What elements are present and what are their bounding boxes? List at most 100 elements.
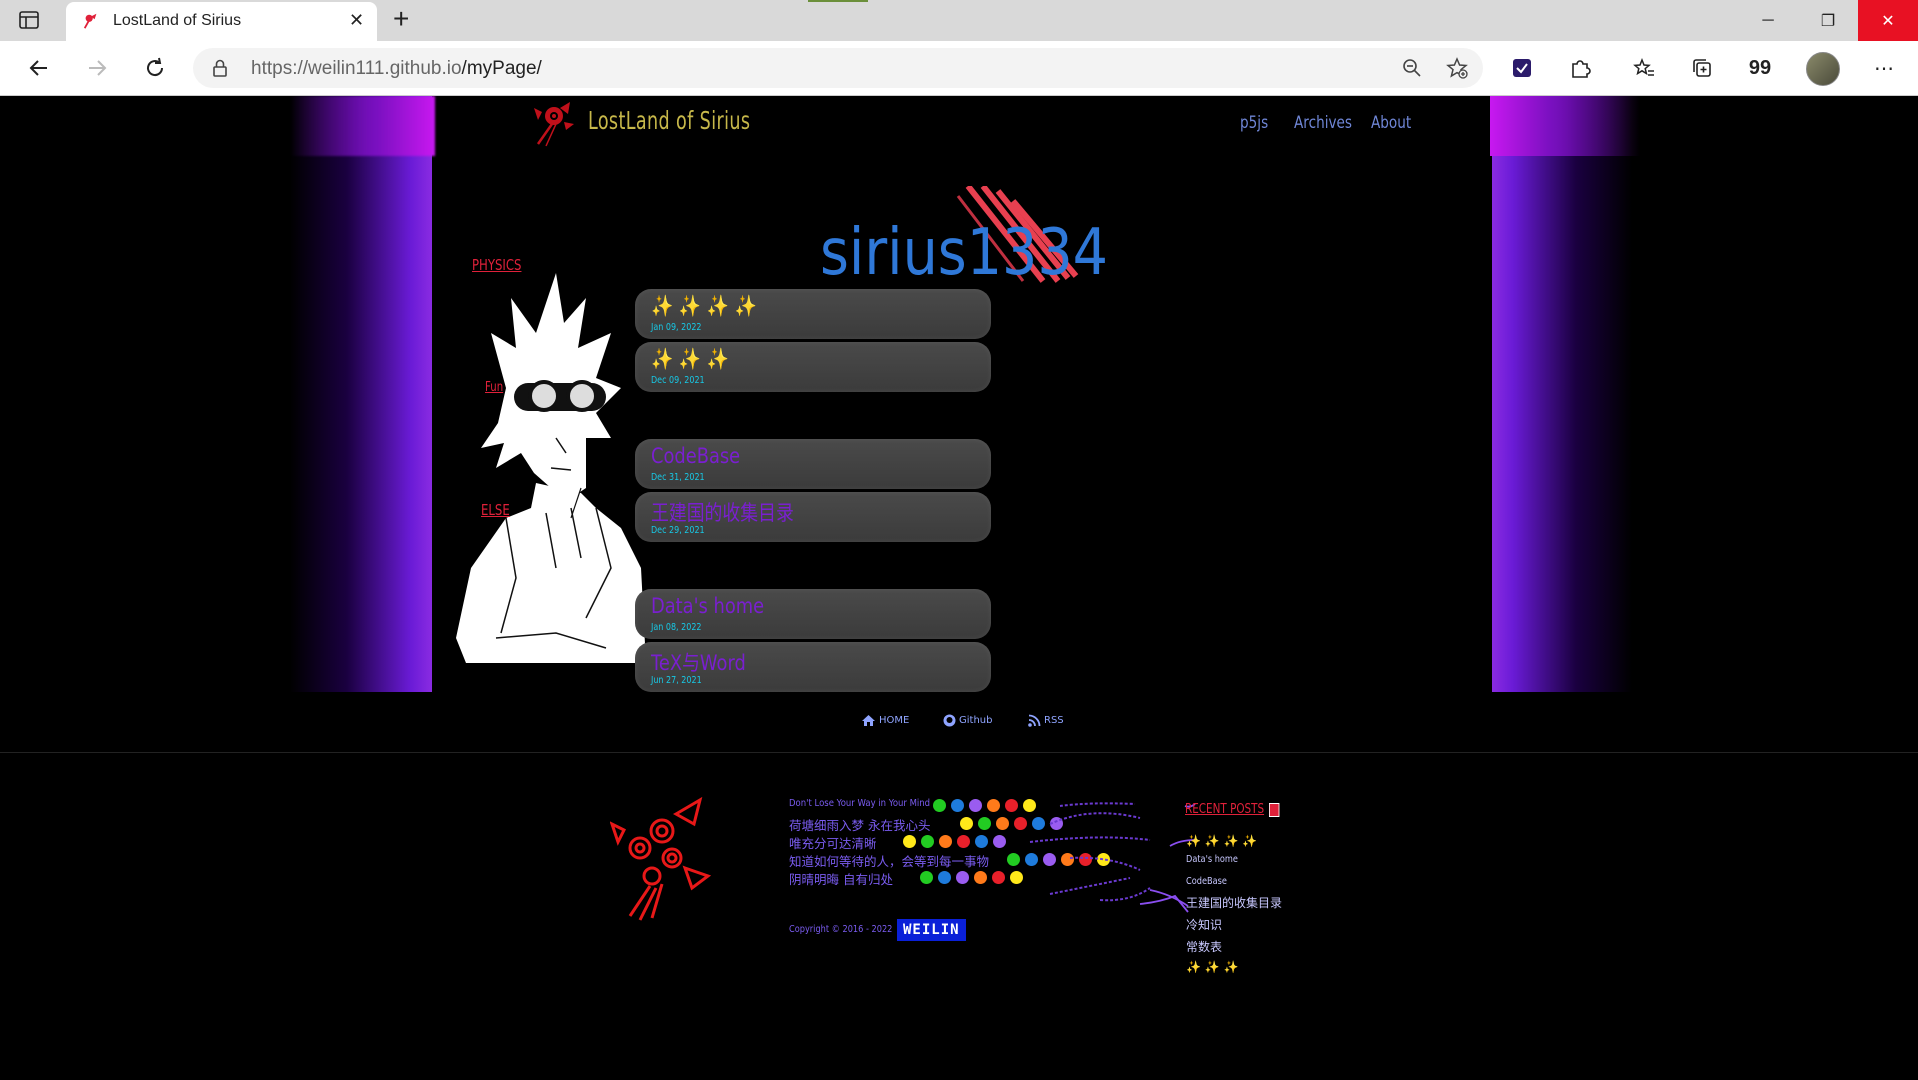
post-card[interactable]: 王建国的收集目录 Dec 29, 2021 [635,492,991,542]
recent-posts-flag-icon [1268,802,1280,817]
refresh-icon[interactable] [140,53,170,83]
copyright-text: Copyright © 2016 - 2022 [789,924,893,935]
color-dot [993,835,1006,848]
color-dot [956,871,969,884]
post-date: Jan 08, 2022 [651,622,702,633]
color-dot-row [920,871,1023,884]
author-badge[interactable]: WEILIN [897,919,966,941]
poem-line: 荷塘细雨入梦 永在我心头 [789,818,931,833]
site-logo-icon[interactable] [530,100,582,148]
footer-rss-link[interactable]: RSS [1028,714,1064,727]
web-page: LostLand of Sirius p5js Archives About s… [0,96,1918,1080]
category-fun[interactable]: Fun [485,380,503,395]
recent-post-link[interactable]: ✨ ✨ ✨ ✨ [1186,834,1257,848]
left-glow-panel [290,96,432,692]
recent-post-link[interactable]: Data's home [1186,854,1238,865]
recent-post-link[interactable]: CodeBase [1186,876,1227,887]
poem-line-english: Don't Lose Your Way in Your Mind [789,798,931,809]
address-bar[interactable]: https://weilin111.github.io/myPage/ [193,48,1483,88]
recent-post-link[interactable]: 王建国的收集目录 [1186,894,1282,911]
nav-about[interactable]: About [1371,113,1411,133]
tab-title: LostLand of Sirius [113,12,242,29]
site-title[interactable]: LostLand of Sirius [588,106,750,135]
footer-github-link[interactable]: Github [943,714,992,727]
footer-rss-label: RSS [1044,715,1064,726]
right-glow-highlight [1490,96,1640,156]
poem-line: 知道如何等待的人，会等到每一事物 [789,854,990,869]
category-else[interactable]: ELSE [481,501,510,519]
color-dot [992,871,1005,884]
color-dot [974,871,987,884]
zoom-out-icon[interactable] [1401,57,1423,79]
new-tab-icon[interactable]: + [393,5,409,33]
profile-avatar[interactable] [1806,52,1840,86]
home-icon [862,715,875,726]
poem-line: 阴晴明晦 自有归处 [789,872,893,887]
favorites-icon[interactable] [1630,54,1658,82]
post-card[interactable]: ✨ ✨ ✨ Dec 09, 2021 [635,342,991,392]
extensions-icon[interactable] [1566,54,1594,82]
lock-icon[interactable] [211,58,229,78]
collections-icon[interactable] [1688,54,1716,82]
quote-extension-icon[interactable]: 99 [1746,54,1774,82]
color-dot [921,835,934,848]
color-dot [903,835,916,848]
rose-bouquet-icon [610,796,712,921]
post-date: Dec 09, 2021 [651,375,705,386]
post-date: Dec 31, 2021 [651,472,705,483]
post-card[interactable]: CodeBase Dec 31, 2021 [635,439,991,489]
github-icon [943,714,956,727]
post-title[interactable]: ✨ ✨ ✨ [651,347,729,372]
color-dot [969,799,982,812]
restore-icon[interactable]: ❐ [1798,0,1858,41]
minimize-icon[interactable]: ─ [1738,0,1798,41]
character-illustration [456,273,646,663]
post-title[interactable]: ✨ ✨ ✨ ✨ [651,294,757,319]
post-card[interactable]: ✨ ✨ ✨ ✨ Jan 09, 2022 [635,289,991,339]
color-dot [978,817,991,830]
color-dot [975,835,988,848]
footer-home-link[interactable]: HOME [861,714,909,727]
tab-close-icon[interactable]: ✕ [349,10,364,31]
recent-post-link[interactable]: ✨ ✨ ✨ [1186,960,1238,974]
recent-post-link[interactable]: 冷知识 [1186,916,1222,933]
brand-text: sirius1334 [820,216,1108,290]
tab-actions-icon[interactable] [18,9,40,31]
more-menu-icon[interactable]: ⋯ [1870,54,1898,82]
url-text[interactable]: https://weilin111.github.io/myPage/ [251,58,542,80]
back-icon[interactable] [24,53,54,83]
post-title[interactable]: 王建国的收集目录 [651,497,794,527]
post-title[interactable]: CodeBase [651,444,740,468]
nav-p5js[interactable]: p5js [1240,113,1268,133]
brand-logo: sirius1334 [820,186,1108,290]
left-glow-highlight [290,96,435,156]
post-card[interactable]: TeX与Word Jun 27, 2021 [635,642,991,692]
post-date: Dec 29, 2021 [651,525,705,536]
forward-icon[interactable] [82,53,112,83]
color-dot [996,817,1009,830]
window-close-icon[interactable]: ✕ [1858,0,1918,41]
category-physics[interactable]: PHYSICS [472,256,521,274]
post-date: Jun 27, 2021 [651,675,702,686]
post-card[interactable]: Data's home Jan 08, 2022 [635,589,991,639]
color-dot [933,799,946,812]
poem-line: 唯充分可达清晰 [789,836,877,851]
color-dot [957,835,970,848]
color-dot-row [903,835,1006,848]
nav-archives[interactable]: Archives [1294,113,1352,133]
recent-posts-title[interactable]: RECENT POSTS [1185,802,1280,817]
recent-posts-label: RECENT POSTS [1185,802,1265,817]
loading-indicator [808,0,868,2]
footer-github-label: Github [959,715,993,726]
add-favorite-icon[interactable] [1445,56,1469,80]
footer-home-label: HOME [879,715,910,726]
browser-tab[interactable]: LostLand of Sirius ✕ [66,2,377,41]
color-dot [938,871,951,884]
post-title[interactable]: Data's home [651,594,764,618]
post-title[interactable]: TeX与Word [651,647,746,677]
browser-toolbar: https://weilin111.github.io/myPage/ 99 ⋯ [0,41,1918,96]
right-glow-panel [1492,96,1632,692]
extension-check-icon[interactable] [1508,54,1536,82]
browser-tab-bar: LostLand of Sirius ✕ + ─ ❐ ✕ [0,0,1918,41]
recent-post-link[interactable]: 常数表 [1186,938,1222,955]
